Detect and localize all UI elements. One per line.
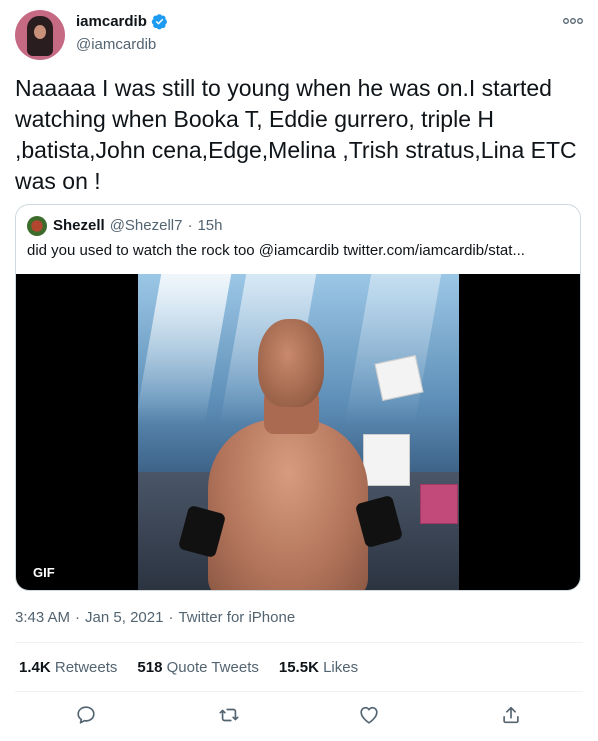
retweet-icon <box>219 708 239 722</box>
more-icon[interactable] <box>562 16 584 26</box>
divider <box>15 642 583 643</box>
share-icon <box>503 706 519 724</box>
quote-timestamp: 15h <box>197 217 223 234</box>
quote-separator: · <box>187 217 193 234</box>
gif-image[interactable] <box>138 274 459 590</box>
like-button[interactable] <box>358 704 382 728</box>
stage-light <box>344 274 442 424</box>
tweet: iamcardib @iamcardib Naaaaa I was still … <box>0 0 598 741</box>
wrestler-head <box>258 319 324 407</box>
quote-tweets-label: Quote Tweets <box>166 659 259 676</box>
retweets-count: 1.4K <box>19 659 51 676</box>
tweet-meta: 3:43 AM · Jan 5, 2021 · Twitter for iPho… <box>15 609 295 626</box>
share-button[interactable] <box>500 704 524 728</box>
quote-tweets-stat[interactable]: 518 Quote Tweets <box>137 659 258 676</box>
tweet-date[interactable]: Jan 5, 2021 <box>85 609 163 626</box>
crowd-sign <box>420 484 458 524</box>
likes-label: Likes <box>323 659 359 676</box>
gif-badge: GIF <box>27 563 61 582</box>
action-bar <box>0 704 598 730</box>
author-avatar[interactable] <box>15 10 65 60</box>
quote-tweets-count: 518 <box>137 659 163 676</box>
quote-header: Shezell @Shezell7 · 15h <box>53 217 223 234</box>
avatar-face <box>34 25 46 39</box>
meta-separator: · <box>168 609 174 626</box>
quote-text: did you used to watch the rock too @iamc… <box>27 242 525 259</box>
retweets-stat[interactable]: 1.4K Retweets <box>19 659 117 676</box>
quote-author-name: Shezell <box>53 217 105 234</box>
author-display-name[interactable]: iamcardib <box>76 13 147 30</box>
quote-author-handle: @Shezell7 <box>109 217 183 234</box>
likes-count: 15.5K <box>278 659 319 676</box>
stage-light <box>138 274 232 424</box>
author-name-row[interactable]: iamcardib <box>76 13 168 30</box>
author-handle[interactable]: @iamcardib <box>76 36 156 53</box>
tweet-stats: 1.4K Retweets 518 Quote Tweets 15.5K Lik… <box>19 659 358 676</box>
verified-badge-icon <box>151 14 167 30</box>
wrestler-torso <box>208 419 368 590</box>
heart-icon <box>360 706 378 724</box>
retweets-label: Retweets <box>54 659 118 676</box>
quoted-tweet[interactable]: Shezell @Shezell7 · 15h did you used to … <box>15 204 581 591</box>
quote-author-avatar[interactable] <box>27 216 47 236</box>
reply-icon <box>77 706 95 724</box>
tweet-time[interactable]: 3:43 AM <box>15 609 70 626</box>
quote-gif-media[interactable]: GIF <box>16 274 580 590</box>
divider <box>15 691 583 692</box>
likes-stat[interactable]: 15.5K Likes <box>279 659 358 676</box>
tweet-source[interactable]: Twitter for iPhone <box>178 609 295 626</box>
reply-button[interactable] <box>75 704 99 728</box>
retweet-button[interactable] <box>218 704 242 728</box>
meta-separator: · <box>75 609 81 626</box>
tweet-text: Naaaaa I was still to young when he was … <box>15 75 577 194</box>
crowd-sign <box>363 434 410 486</box>
